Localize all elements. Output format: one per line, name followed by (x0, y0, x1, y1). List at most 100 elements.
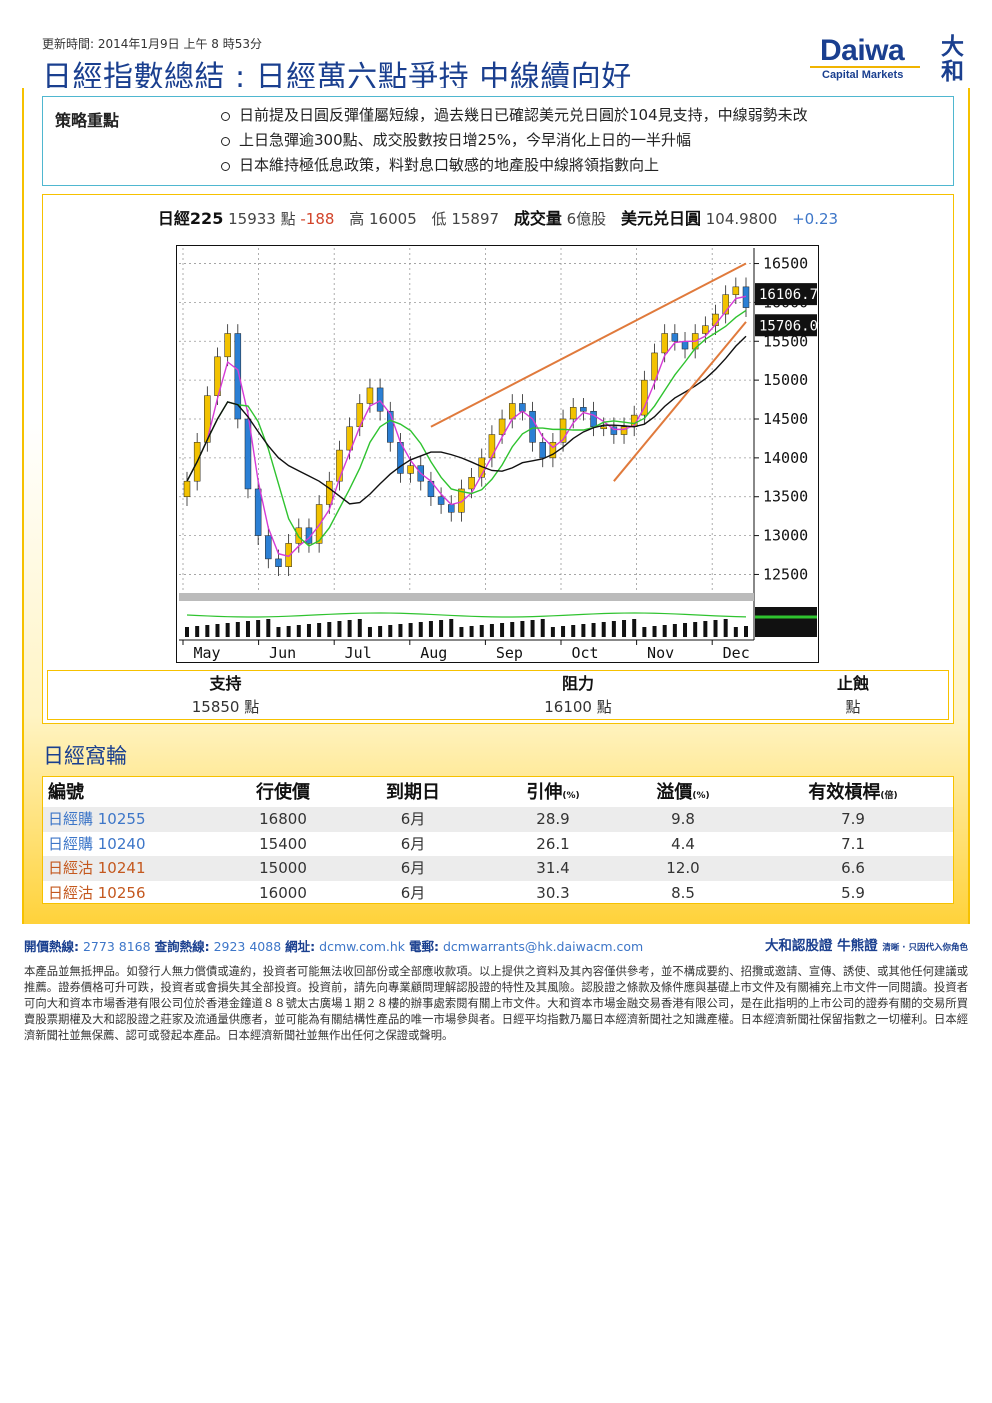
stoploss-label: 止蝕 (836, 674, 869, 693)
candle-body (539, 442, 546, 459)
disclaimer: 本產品並無抵押品。如發行人無力償債或違約，投資者可能無法收回部份或全部應收款項。… (24, 965, 968, 1043)
volume-bar (479, 625, 484, 637)
volume-bar (713, 620, 718, 637)
footer-brand-name: 大和認股證 牛熊證 (764, 938, 878, 954)
x-tick-label: May (193, 644, 220, 662)
volume-bar (459, 627, 464, 637)
support-column: 支持 15850 點 (118, 673, 333, 719)
y-tick-label: 14000 (763, 449, 808, 467)
enquiry-label: 查詢熱線: (154, 939, 210, 954)
volume-bar (266, 619, 271, 637)
fx-value: 104.9800 (705, 210, 778, 228)
cell-code[interactable]: 日經沽 10241 (43, 856, 223, 881)
cell-premium: 8.5 (671, 883, 695, 902)
y-tick-label: 15000 (763, 371, 808, 389)
volume-bar (347, 620, 352, 637)
cell-gearing: 26.1 (536, 834, 570, 853)
header-leverage: 有效槓桿(倍) (808, 782, 898, 803)
volume-bar (632, 619, 637, 637)
volume-bar (520, 621, 525, 637)
index-label: 日經225 (157, 209, 224, 228)
cell-code[interactable]: 日經沽 10256 (43, 881, 223, 906)
strategy-point: 上日急彈逾300點、成交股數按日增25%，今早消化上日的一半升幅 (221, 128, 808, 153)
table-header-row: 編號 行使價 到期日 引伸(%) 溢價(%) 有效槓桿(倍) (43, 779, 953, 807)
cell-leverage: 5.9 (841, 883, 865, 902)
candle-body (569, 407, 577, 420)
warrants-table: 編號 行使價 到期日 引伸(%) 溢價(%) 有效槓桿(倍) 日經購 10255… (42, 776, 954, 904)
cell-gearing: 28.9 (536, 810, 570, 828)
cell-expiry: 6月 (400, 810, 426, 828)
candle-body (661, 333, 668, 354)
stoploss-column: 止蝕 點 (798, 673, 908, 719)
logo-subtitle: Capital Markets (822, 69, 904, 81)
candle-body (275, 558, 282, 567)
volume-bar (418, 622, 423, 637)
logo-kanji-top: 大 (941, 33, 964, 60)
strategy-point: 日前提及日圓反彈僅屬短線，過去幾日已確認美元兑日圓於104見支持，中線弱勢未改 (221, 103, 808, 128)
strategy-points: 日前提及日圓反彈僅屬短線，過去幾日已確認美元兑日圓於104見支持，中線弱勢未改 … (221, 103, 808, 178)
candle-body (254, 488, 262, 536)
cell-code[interactable]: 日經購 10255 (43, 807, 223, 832)
volume-bar (500, 623, 505, 637)
chart-svg: 1250013000135001400014500150001550016000… (176, 245, 819, 663)
volume-bar (489, 624, 494, 637)
warrants-title: 日經窩輪 (43, 744, 127, 768)
y-tick-label: 13000 (763, 527, 808, 545)
x-tick-label: Sep (496, 644, 523, 662)
volume-bar (611, 621, 616, 637)
volume-bar (276, 627, 281, 637)
email-label: 電郵: (409, 939, 439, 954)
logo-kanji-bottom: 和 (941, 58, 964, 85)
email-link[interactable]: dcmwarrants@hk.daiwacm.com (443, 939, 643, 954)
report-header: 更新時間: 2014年1月9日 上午 8 時53分 日經指數總結 : 日經萬六點… (22, 30, 970, 95)
volume-bar (296, 625, 301, 637)
cell-premium: 9.8 (671, 810, 695, 828)
volume-bar (357, 619, 362, 637)
volume-bar (245, 621, 250, 637)
table-row: 日經購 10240 15400 6月 26.1 4.4 7.1 (43, 832, 953, 857)
candle-body (366, 387, 374, 404)
volume-bar (327, 622, 332, 637)
candle-body (488, 434, 496, 459)
y-tick-label: 14500 (763, 410, 808, 428)
cell-code[interactable]: 日經購 10240 (43, 832, 223, 857)
table-row: 日經購 10255 16800 6月 28.9 9.8 7.9 (43, 807, 953, 832)
header-gearing: 引伸(%) (526, 782, 580, 803)
candle-body (376, 387, 384, 412)
x-tick-label: Aug (420, 644, 447, 662)
candle-body (468, 477, 475, 490)
volume-bar (510, 622, 515, 637)
support-label: 支持 (209, 674, 242, 693)
strategy-point: 日本維持極低息政策，料對息口敏感的地產股中線將領指數向上 (221, 153, 808, 178)
nikkei-chart: 1250013000135001400014500150001550016000… (176, 245, 819, 663)
strategy-label: 策略重點 (55, 111, 120, 130)
enquiry-number[interactable]: 2923 4088 (214, 939, 282, 954)
header-expiry: 到期日 (386, 782, 440, 803)
website-link[interactable]: dcmw.com.hk (319, 939, 405, 954)
cell-expiry: 6月 (400, 834, 426, 853)
website-label: 網址: (285, 939, 316, 954)
cell-strike: 16800 (259, 810, 307, 828)
volume-bar (428, 621, 433, 637)
candle-body (681, 341, 689, 350)
price-tag-label: 15706.09 (759, 318, 819, 334)
candle-body (580, 407, 587, 412)
candle-body (326, 480, 333, 505)
volume-bar (256, 620, 261, 637)
candle-body (702, 325, 709, 334)
header-code: 編號 (48, 782, 84, 803)
hotline-number[interactable]: 2773 8168 (83, 939, 151, 954)
cell-gearing: 31.4 (536, 859, 570, 877)
fx-change: +0.23 (792, 210, 839, 228)
cell-leverage: 7.1 (841, 834, 865, 853)
volume-bar (439, 620, 444, 637)
cell-leverage: 6.6 (841, 859, 865, 877)
volume-bar (469, 626, 474, 637)
high-label: 高 (349, 210, 365, 228)
volume-bar (744, 626, 748, 637)
low-value: 15897 (451, 210, 500, 228)
cell-premium: 4.4 (671, 834, 695, 853)
volume-bar (591, 623, 596, 637)
volume-bar (205, 625, 210, 637)
index-value: 15933 點 (228, 210, 296, 228)
